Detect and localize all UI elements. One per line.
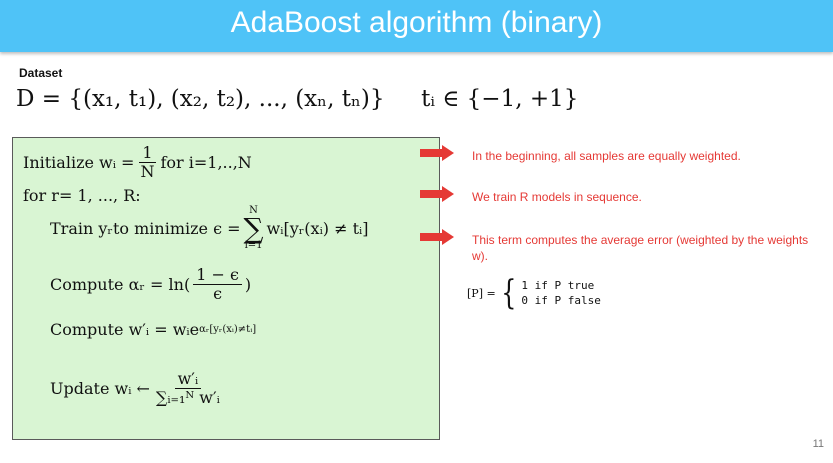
sum-lower: i=1 [244, 240, 263, 252]
iverson-case-false: 0 if P false [521, 294, 601, 307]
alpha-numerator: 1 − ϵ [193, 266, 242, 285]
alpha-fraction: 1 − ϵ ϵ [193, 266, 242, 302]
note-sequence: We train R models in sequence. [472, 190, 642, 204]
dataset-formula: D = {(x₁, t₁), (x₂, t₂), ..., (xₙ, tₙ)} [16, 86, 385, 112]
loop-line: for r= 1, ..., R: [23, 186, 141, 205]
update-fraction: w′ᵢ ∑ᵢ₌₁ᴺ w′ᵢ [153, 370, 223, 406]
alpha-suffix: ) [244, 274, 252, 294]
sum-symbol: N ∑ i=1 [243, 205, 264, 252]
note-average-error: This term computes the average error (we… [472, 233, 809, 263]
wprime-prefix: Compute w′ᵢ = wᵢe [50, 320, 200, 339]
update-prefix: Update wᵢ ← [50, 378, 150, 398]
iverson-case-true: 1 if P true [521, 279, 595, 292]
arrow-right-icon [420, 229, 454, 245]
alpha-prefix: Compute αᵣ = ln( [50, 274, 191, 294]
target-domain: tᵢ ∈ {−1, +1} [421, 86, 579, 112]
iverson-bracket-definition: [P] = { 1 if P true 0 if P false [467, 273, 601, 313]
init-prefix: Initialize wᵢ = [23, 152, 135, 172]
dataset-label: Dataset [19, 66, 63, 80]
dataset-equation: D = {(x₁, t₁), (x₂, t₂), ..., (xₙ, tₙ)} … [16, 86, 578, 112]
init-denominator: N [140, 161, 155, 181]
alpha-line: Compute αᵣ = ln( 1 − ϵ ϵ ) [50, 266, 251, 302]
wprime-exponent: αᵣ[yᵣ(xᵢ)≠tᵢ] [199, 324, 257, 335]
wprime-line: Compute w′ᵢ = wᵢe αᵣ[yᵣ(xᵢ)≠tᵢ] [50, 320, 256, 339]
init-numerator: 1 [139, 144, 156, 163]
note-equal-weights: In the beginning, all samples are equall… [472, 149, 741, 163]
arrow-right-icon [420, 186, 454, 202]
init-line: Initialize wᵢ = 1 N for i=1,..,N [23, 144, 252, 180]
alpha-denominator: ϵ [213, 283, 223, 303]
init-fraction: 1 N [137, 144, 157, 180]
arrow-right-icon [420, 145, 454, 161]
slide-title: AdaBoost algorithm (binary) [230, 6, 603, 39]
iverson-lhs: [P] = [467, 286, 496, 300]
page-number: 11 [812, 438, 824, 450]
train-term: wᵢ[yᵣ(xᵢ) ≠ tᵢ] [266, 219, 369, 239]
title-bar: AdaBoost algorithm (binary) [0, 0, 833, 52]
train-line: Train yᵣto minimize ϵ = N ∑ i=1 wᵢ[yᵣ(xᵢ… [50, 206, 369, 251]
train-prefix: Train yᵣto minimize ϵ = [50, 219, 241, 239]
update-numerator: w′ᵢ [174, 370, 202, 389]
algorithm-box: Initialize wᵢ = 1 N for i=1,..,N for r= … [12, 137, 440, 440]
init-suffix: for i=1,..,N [160, 152, 252, 172]
update-line: Update wᵢ ← w′ᵢ ∑ᵢ₌₁ᴺ w′ᵢ [50, 370, 226, 406]
update-denominator: ∑ᵢ₌₁ᴺ w′ᵢ [155, 387, 220, 407]
